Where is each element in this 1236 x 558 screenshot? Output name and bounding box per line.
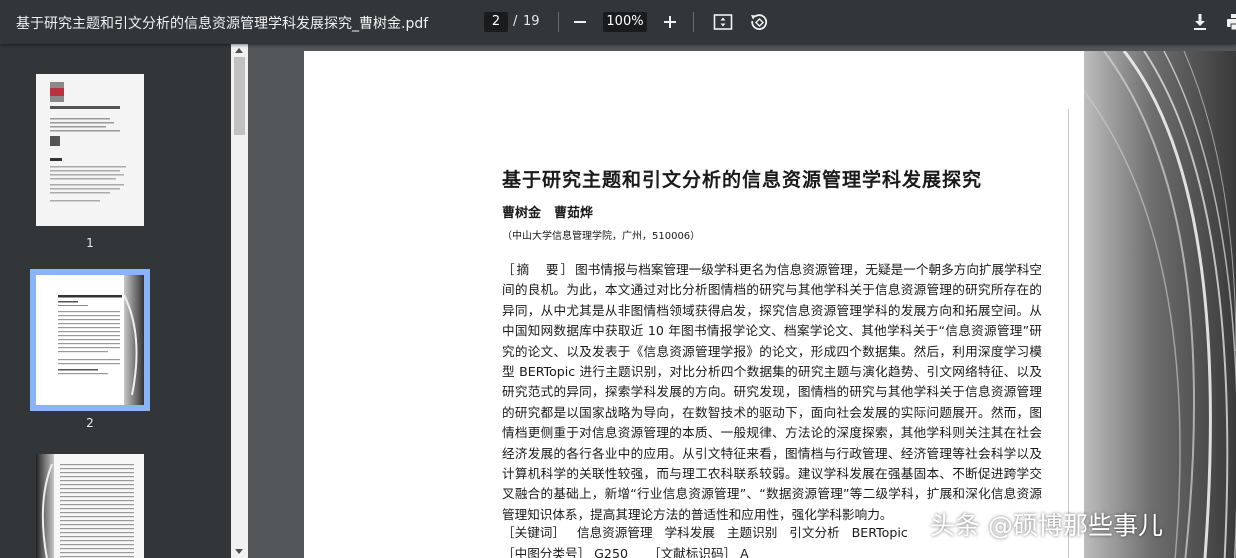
scroll-up-arrow-icon[interactable] xyxy=(235,48,243,53)
zoom-out-icon[interactable] xyxy=(568,10,592,34)
document-viewer[interactable]: 基于研究主题和引文分析的信息资源管理学科发展探究 曹树金 曹茹烨 （中山大学信息… xyxy=(248,44,1236,558)
keywords-label: ［关键词］ xyxy=(502,525,565,540)
keyword-item: 学科发展 xyxy=(664,525,715,540)
page-number-input[interactable]: 2 xyxy=(484,12,508,32)
class-number-value: G250 xyxy=(594,546,628,558)
download-icon[interactable] xyxy=(1188,10,1212,34)
page-total: 19 xyxy=(523,14,540,29)
article-title: 基于研究主题和引文分析的信息资源管理学科发展探究 xyxy=(502,169,983,191)
thumbnail-image xyxy=(36,74,144,226)
doc-code-value: A xyxy=(740,546,749,558)
keyword-item: BERTopic xyxy=(851,525,908,540)
page-margin-rule xyxy=(1068,109,1069,558)
sidebar-scrollbar[interactable] xyxy=(231,44,248,558)
thumbnail-image xyxy=(36,454,144,558)
watermark-text: 头条 @硕博那些事儿 xyxy=(930,511,1163,540)
scroll-down-arrow-icon[interactable] xyxy=(235,549,243,554)
thumbnail-label: 2 xyxy=(86,416,94,430)
pdf-page: 基于研究主题和引文分析的信息资源管理学科发展探究 曹树金 曹茹烨 （中山大学信息… xyxy=(304,51,1084,558)
thumbnail-sidebar: 1 2 xyxy=(0,44,231,558)
article-abstract: ［摘 要］图书情报与档案管理一级学科更名为信息资源管理，无疑是一个朝多方向扩展学… xyxy=(502,260,1042,525)
page-decorative-image xyxy=(1084,51,1236,558)
article-authors: 曹树金 曹茹烨 xyxy=(502,206,594,221)
toolbar-divider xyxy=(693,12,694,32)
keyword-item: 引文分析 xyxy=(789,525,840,540)
page-separator: / xyxy=(513,14,518,29)
scrollbar-thumb[interactable] xyxy=(234,57,245,135)
abstract-text: 图书情报与档案管理一级学科更名为信息资源管理，无疑是一个朝多方向扩展学科空间的良… xyxy=(502,262,1043,522)
keyword-item: 信息资源管理 xyxy=(576,525,653,540)
zoom-level-input[interactable]: 100% xyxy=(603,12,647,32)
document-title: 基于研究主题和引文分析的信息资源管理学科发展探究_曹树金.pdf xyxy=(16,16,429,32)
zoom-in-icon[interactable] xyxy=(658,10,682,34)
print-icon[interactable] xyxy=(1224,10,1236,34)
abstract-label: ［摘 要］ xyxy=(502,262,576,277)
fit-to-page-icon[interactable] xyxy=(711,10,735,34)
thumbnail-label: 1 xyxy=(86,236,94,250)
keyword-item: 主题识别 xyxy=(726,525,778,540)
pdf-toolbar: 基于研究主题和引文分析的信息资源管理学科发展探究_曹树金.pdf 2 / 19 … xyxy=(0,0,1236,44)
thumbnail-image xyxy=(36,275,144,405)
toolbar-divider xyxy=(558,12,559,32)
doc-code-label: ［文献标识码］ xyxy=(647,546,737,558)
article-affiliation: （中山大学信息管理学院，广州，510006） xyxy=(502,231,701,242)
rotate-icon[interactable] xyxy=(747,10,771,34)
article-classification: ［中图分类号］ G250 ［文献标识码］ A xyxy=(502,544,1062,558)
class-number-label: ［中图分类号］ xyxy=(502,546,591,558)
